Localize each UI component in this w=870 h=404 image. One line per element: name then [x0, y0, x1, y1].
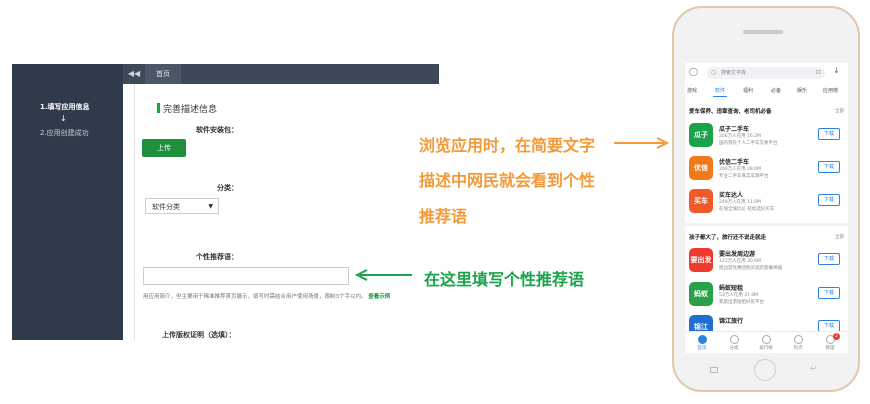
upload-button[interactable]: 上传 — [142, 139, 186, 157]
tab-welfare[interactable]: 福利 — [743, 87, 753, 94]
nav-label: 热点 — [793, 346, 803, 351]
ranking-icon — [761, 335, 771, 344]
app-name: 要出发周边游 — [719, 251, 756, 258]
scan-icon[interactable]: ⊡ — [816, 67, 821, 79]
section-title: 完善描述信息 — [163, 105, 218, 115]
section-1-more[interactable]: 全部 — [835, 108, 844, 114]
nav-label: 首页 — [697, 346, 707, 351]
step-2[interactable]: 2.应用创建成功 — [40, 128, 89, 138]
slogan-hint-text: 用应用简介，但主要用于稀准推荐首页展示，填写时需结合用户使用场景，限制3个字以内… — [143, 294, 367, 300]
section-2-more[interactable]: 全部 — [835, 234, 844, 240]
license-label: 上传版权证明（选填）： — [162, 331, 236, 339]
category-select[interactable]: 软件分类 ▼ — [145, 198, 219, 214]
app-meta: 249万人在用 11.6M — [719, 200, 761, 205]
tab-ranking[interactable]: 应用榜 — [823, 87, 838, 94]
home-button[interactable] — [754, 359, 776, 381]
user-icon[interactable]: ◯ — [689, 67, 698, 76]
search-input[interactable]: ○ 搜索文字库 ⊡ — [707, 67, 825, 79]
nav-hot[interactable]: 热点 — [787, 335, 809, 351]
app-name: 买车达人 — [719, 192, 744, 199]
nav-label: 管理 — [825, 346, 835, 351]
app-meta: 260万人在用 28.0M — [719, 167, 761, 172]
notification-badge: 2 — [833, 333, 840, 340]
download-button[interactable]: 下载 — [818, 287, 840, 299]
tab-software[interactable]: 软件 — [715, 87, 725, 94]
step-arrow-icon: ↓ — [60, 114, 67, 123]
app-name: 瓜子二手车 — [719, 126, 750, 133]
tab-underline — [713, 96, 727, 97]
category-value: 软件分类 — [152, 203, 180, 211]
developer-console: 1.填写应用信息 ↓ 2.应用创建成功 ◀◀ 首页 完善描述信息 软件安装包： … — [12, 64, 439, 340]
section-marker — [157, 103, 160, 113]
recent-apps-icon[interactable] — [710, 367, 718, 373]
annotation-orange-1: 浏览应用时，在简要文字 — [419, 136, 596, 155]
tab-home[interactable]: 首页 — [145, 64, 181, 84]
nav-ranking[interactable]: 排行榜 — [755, 335, 777, 351]
app-item[interactable]: 买车 买车达人 249万人在用 11.6M 在线全城比价 轻松选好买车 下载 — [689, 189, 844, 219]
top-bar: ◀◀ 首页 — [123, 64, 439, 84]
slogan-input[interactable] — [143, 267, 349, 285]
app-name: 锦江旅行 — [719, 318, 744, 325]
divider — [134, 84, 135, 340]
category-tabs: 游戏 软件 福利 必备 娱乐 应用榜 — [685, 85, 848, 97]
tab-entertainment[interactable]: 娱乐 — [797, 87, 807, 94]
step-1[interactable]: 1.填写应用信息 — [40, 102, 90, 112]
download-manager-icon[interactable]: ↓ — [833, 66, 840, 75]
slogan-hint: 用应用简介，但主要用于稀准推荐首页展示，填写时需结合用户使用场景，限制3个字以内… — [143, 292, 390, 300]
download-button[interactable]: 下载 — [818, 194, 840, 206]
annotation-green: 在这里填写个性推荐语 — [424, 270, 585, 289]
app-icon: 蚂蚁 — [689, 282, 713, 306]
app-icon: 要出发 — [689, 248, 713, 272]
nav-label: 分类 — [729, 346, 739, 351]
category-icon — [729, 335, 739, 344]
download-button[interactable]: 下载 — [818, 128, 840, 140]
app-meta: 53万人在用 37.0M — [719, 293, 759, 298]
caret-down-icon: ▼ — [208, 203, 213, 210]
tab-games[interactable]: 游戏 — [687, 87, 697, 94]
app-desc: 家庭出游短租好房平台 — [719, 300, 764, 305]
nav-label: 排行榜 — [759, 346, 773, 351]
package-label: 软件安装包： — [196, 126, 238, 134]
tab-essentials[interactable]: 必备 — [771, 87, 781, 94]
app-icon: 买车 — [689, 189, 713, 213]
section-divider — [685, 223, 848, 226]
app-item[interactable]: 要出发 要出发周边游 121万人在用 30.6M 周边游优惠团购买酒店套餐神器 … — [689, 248, 844, 278]
section-1-title: 爱车保养、违章查询、老司机必备 — [689, 109, 772, 115]
bottom-nav: 首页 分类 排行榜 热点 管理 2 — [685, 331, 848, 353]
app-item[interactable]: 蚂蚁 蚂蚁短租 53万人在用 37.0M 家庭出游短租好房平台 下载 — [689, 282, 844, 312]
app-icon: 优信 — [689, 156, 713, 180]
section-2-title: 孩子都大了，旅行还不说走就走 — [689, 235, 767, 241]
app-icon: 瓜子 — [689, 123, 713, 147]
app-name: 优信二手车 — [719, 159, 750, 166]
category-label: 分类： — [217, 184, 238, 192]
app-item[interactable]: 优信 优信二手车 260万人在用 28.0M 专业二手车真实车源平台 下载 — [689, 156, 844, 186]
annotation-orange-2: 描述中网民就会看到个性 — [419, 171, 596, 190]
app-meta: 206万人在用 16.2M — [719, 134, 761, 139]
nav-home[interactable]: 首页 — [691, 335, 713, 351]
home-icon — [697, 335, 707, 344]
collapse-icon[interactable]: ◀◀ — [125, 64, 143, 84]
download-button[interactable]: 下载 — [818, 161, 840, 173]
back-icon[interactable]: ↩ — [810, 364, 817, 373]
app-item[interactable]: 瓜子 瓜子二手车 206万人在用 16.2M 国内领先个人二手车交易平台 下载 — [689, 123, 844, 153]
app-name: 蚂蚁短租 — [719, 285, 744, 292]
app-meta: 121万人在用 30.6M — [719, 259, 761, 264]
slogan-label: 个性推荐语： — [196, 253, 238, 261]
hot-icon — [793, 335, 803, 344]
download-button[interactable]: 下载 — [818, 253, 840, 265]
phone-speaker — [743, 30, 783, 34]
app-desc: 国内领先个人二手车交易平台 — [719, 141, 778, 146]
search-placeholder: 搜索文字库 — [721, 70, 747, 76]
green-arrow-icon — [354, 269, 412, 281]
app-desc: 周边游优惠团购买酒店套餐神器 — [719, 266, 782, 271]
sidebar: 1.填写应用信息 ↓ 2.应用创建成功 — [12, 64, 123, 340]
orange-arrow-icon — [614, 137, 670, 149]
annotation-orange-3: 推荐语 — [419, 207, 468, 226]
slogan-example-link[interactable]: 查看示例 — [368, 294, 390, 300]
nav-category[interactable]: 分类 — [723, 335, 745, 351]
app-desc: 在线全城比价 轻松选好买车 — [719, 207, 775, 212]
phone-screen: ◯ ○ 搜索文字库 ⊡ ↓ 游戏 软件 福利 必备 娱乐 应用榜 爱车保养、违章… — [685, 63, 848, 353]
app-desc: 专业二手车真实车源平台 — [719, 174, 769, 179]
search-icon: ○ — [711, 69, 717, 76]
